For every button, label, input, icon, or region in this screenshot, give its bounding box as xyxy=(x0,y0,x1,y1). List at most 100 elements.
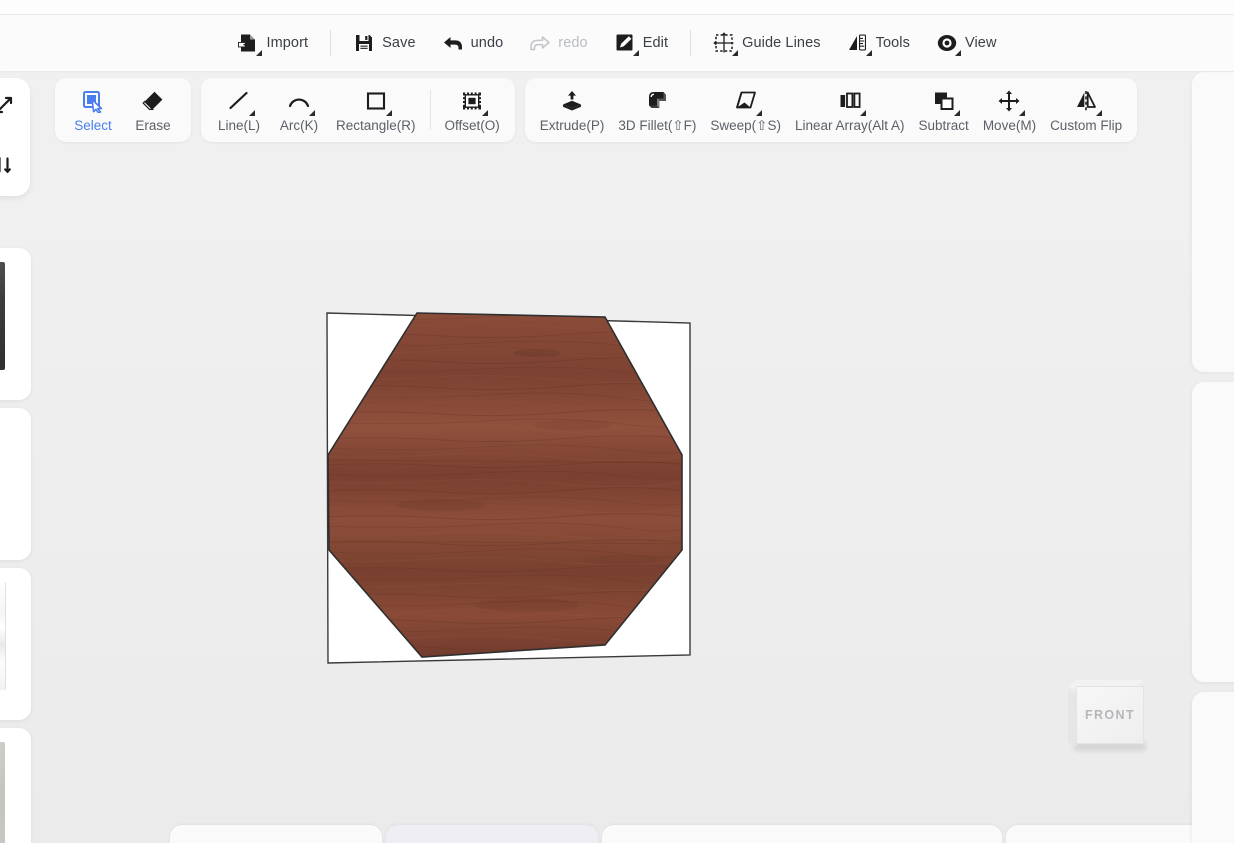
chevron-down-icon xyxy=(755,110,762,116)
tool-button-extrude[interactable]: Extrude(P) xyxy=(533,84,612,136)
material-thumbnail-icon xyxy=(0,582,6,690)
menu-item-tools[interactable]: Tools xyxy=(834,26,923,60)
tool-button-linear-array[interactable]: Linear Array(Alt A) xyxy=(788,84,912,136)
eye-target-icon xyxy=(936,32,961,56)
tool-button-label: Arc(K) xyxy=(279,118,319,133)
tool-button-label: 3D Fillet(⇧F) xyxy=(618,118,697,133)
rectangle-icon xyxy=(363,88,392,116)
tool-button-label: Line(L) xyxy=(217,118,261,133)
save-icon xyxy=(353,32,375,54)
tool-button-offset[interactable]: Offset(O) xyxy=(438,84,507,136)
tool-group-draw: Line(L) Arc(K) Rectangle(R) Offset(O) xyxy=(201,78,515,142)
tool-button-custom-flip[interactable]: Custom Flip xyxy=(1043,84,1129,136)
material-card-rail xyxy=(0,248,31,843)
menu-item-label: Tools xyxy=(875,35,910,51)
ruler-icon xyxy=(847,32,872,56)
chevron-down-icon xyxy=(1019,110,1026,116)
tool-group-modify: Extrude(P) 3D Fillet(⇧F) Sweep(⇧S) Linea… xyxy=(524,78,1138,142)
menu-item-label: View xyxy=(964,35,997,51)
left-edge-button-panel xyxy=(0,78,30,196)
tool-button-erase[interactable]: Erase xyxy=(123,84,183,136)
bottom-panel-1[interactable] xyxy=(170,825,382,843)
select-cursor-icon xyxy=(80,88,106,114)
chevron-down-icon xyxy=(954,50,961,56)
menu-item-label: redo xyxy=(558,35,588,51)
chevron-down-icon xyxy=(256,50,263,56)
menu-item-import[interactable]: Import xyxy=(224,26,321,60)
main-menu-bar: Import Save undo redo Edit Guide Lines T… xyxy=(0,15,1234,71)
menu-item-label: Edit xyxy=(642,35,669,51)
tool-button-label: Move(M) xyxy=(982,118,1037,133)
line-icon xyxy=(226,88,255,116)
tool-button-arc[interactable]: Arc(K) xyxy=(269,84,329,136)
tool-button-line[interactable]: Line(L) xyxy=(209,84,269,136)
chevron-down-icon xyxy=(632,50,639,56)
view-cube-front-face[interactable]: FRONT xyxy=(1076,686,1144,744)
material-card-2[interactable] xyxy=(0,408,31,560)
tool-button-label: Subtract xyxy=(918,118,969,133)
tool-button-label: Rectangle(R) xyxy=(336,118,416,133)
menu-item-save[interactable]: Save xyxy=(340,26,428,60)
chevron-down-icon xyxy=(309,110,315,116)
tool-group-select: Select Erase xyxy=(55,78,191,142)
right-panel-rail xyxy=(1192,72,1234,843)
tool-button-3d-fillet[interactable]: 3D Fillet(⇧F) xyxy=(611,84,703,136)
material-card-4[interactable] xyxy=(0,728,31,843)
tool-button-label: Sweep(⇧S) xyxy=(710,118,781,133)
tool-button-move[interactable]: Move(M) xyxy=(976,84,1043,136)
tool-button-sweep[interactable]: Sweep(⇧S) xyxy=(703,84,788,136)
guide-lines-icon xyxy=(713,32,739,56)
menu-separator-1 xyxy=(330,30,332,56)
view-cube[interactable]: FRONT ․ xyxy=(1068,680,1150,752)
undo-arrow-icon xyxy=(442,32,464,54)
menu-item-view[interactable]: View xyxy=(923,26,1010,60)
chevron-down-icon xyxy=(249,110,255,116)
chevron-down-icon xyxy=(385,110,392,116)
menu-item-label: Import xyxy=(266,35,309,51)
arc-icon xyxy=(286,88,315,116)
menu-item-label: undo xyxy=(470,35,504,51)
tool-button-subtract[interactable]: Subtract xyxy=(912,84,976,136)
model-svg xyxy=(326,312,691,664)
tool-button-rectangle[interactable]: Rectangle(R) xyxy=(329,84,423,136)
material-thumbnail-icon xyxy=(0,422,5,530)
bottom-panel-2[interactable] xyxy=(386,825,598,843)
reorder-button[interactable] xyxy=(0,152,30,182)
chevron-down-icon xyxy=(1096,110,1103,116)
menu-item-label: Save xyxy=(382,35,416,51)
redo-arrow-icon xyxy=(529,32,551,54)
chevron-down-icon xyxy=(865,50,872,56)
subtract-icon xyxy=(931,88,960,116)
up-down-arrow-icon xyxy=(0,155,14,180)
right-panel-2[interactable] xyxy=(1192,382,1234,682)
menu-item-undo[interactable]: undo xyxy=(429,26,517,60)
tool-button-select[interactable]: Select xyxy=(63,84,123,136)
menu-item-edit[interactable]: Edit xyxy=(601,26,681,60)
chevron-down-icon xyxy=(953,110,960,116)
menu-item-redo[interactable]: redo xyxy=(516,26,600,60)
window-top-strip xyxy=(0,0,1234,15)
material-thumbnail-icon xyxy=(0,262,5,370)
tool-button-label: Erase xyxy=(135,118,171,133)
offset-icon xyxy=(459,88,489,116)
bottom-panel-3[interactable] xyxy=(602,825,1002,843)
material-card-1[interactable] xyxy=(0,248,31,400)
eraser-icon xyxy=(140,88,166,114)
diagonal-resize-arrow-icon xyxy=(0,95,14,120)
bottom-panel-rail xyxy=(0,823,1234,843)
tool-button-label: Extrude(P) xyxy=(539,118,605,133)
linear-array-icon xyxy=(837,88,866,116)
edit-pencil-icon xyxy=(614,32,639,56)
model-wood-octagon-panel[interactable] xyxy=(322,305,702,685)
material-card-3[interactable] xyxy=(0,568,31,720)
view-cube-label: FRONT xyxy=(1084,708,1136,722)
custom-flip-icon xyxy=(1073,88,1103,116)
chevron-down-icon xyxy=(859,110,866,116)
tool-button-label: Linear Array(Alt A) xyxy=(794,118,905,133)
right-panel-1[interactable] xyxy=(1192,72,1234,372)
app-root: Import Save undo redo Edit Guide Lines T… xyxy=(0,0,1234,843)
expand-collapse-button[interactable] xyxy=(0,92,30,122)
material-thumbnail-icon xyxy=(0,742,5,843)
right-panel-3[interactable] xyxy=(1192,692,1234,843)
menu-item-guide-lines[interactable]: Guide Lines xyxy=(700,26,834,60)
